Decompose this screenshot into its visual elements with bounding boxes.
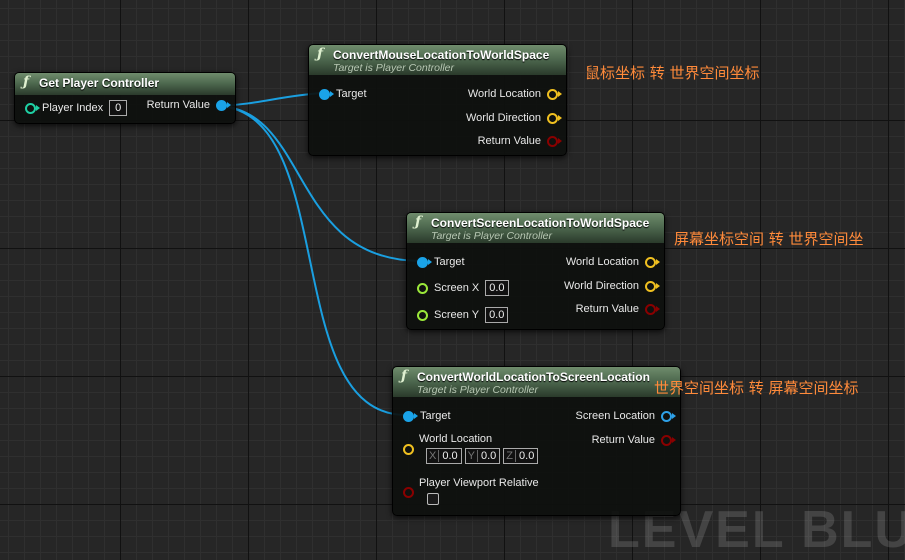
pin-row-world-location: World Location — [462, 88, 558, 100]
pin-label: Return Value — [146, 99, 210, 111]
vector-y-field[interactable]: Y 0.0 — [464, 448, 501, 464]
value-x: 0.0 — [442, 450, 458, 462]
annotation-mouse-to-world: 鼠标坐标 转 世界空间坐标 — [585, 64, 760, 82]
node-title: ConvertMouseLocationToWorldSpace — [333, 48, 550, 62]
pin-label: Target — [336, 88, 367, 100]
node-subtitle: Target is Player Controller — [431, 230, 552, 242]
annotation-world-to-screen: 世界空间坐标 转 屏幕空间坐标 — [654, 379, 859, 397]
output-pin-icon[interactable] — [661, 410, 672, 422]
pin-label: World Location — [467, 88, 541, 100]
pin-label: Return Value — [477, 135, 541, 147]
pin-row-return-value: Return Value — [586, 434, 672, 446]
axis-label-y: Y — [466, 450, 478, 462]
input-pin-icon[interactable] — [403, 410, 414, 422]
pin-row-target: Target — [319, 88, 373, 100]
pin-label: Return Value — [591, 434, 655, 446]
output-pin-icon[interactable] — [547, 135, 558, 147]
world-location-vector-input: X 0.0 Y 0.0 Z 0.0 — [426, 448, 541, 464]
function-icon: ƒ — [401, 368, 408, 384]
pin-row-world-location: World Location — [560, 256, 656, 268]
annotation-screen-to-world: 屏幕坐标空间 转 世界空间坐 — [674, 230, 864, 248]
input-pin-icon[interactable] — [319, 88, 330, 100]
node-subtitle: Target is Player Controller — [417, 384, 538, 396]
pin-label: Screen Y — [434, 309, 480, 321]
node-title: ConvertScreenLocationToWorldSpace — [431, 216, 650, 230]
node-convert-world-location[interactable]: ƒ ConvertWorldLocationToScreenLocation T… — [392, 366, 681, 516]
input-pin-icon[interactable] — [417, 256, 428, 268]
axis-label-x: X — [427, 450, 440, 462]
pin-label: Player Index — [42, 102, 104, 114]
output-pin-icon[interactable] — [661, 434, 672, 446]
pin-row-return-value: Return Value — [141, 99, 227, 111]
node-title: ConvertWorldLocationToScreenLocation — [417, 370, 650, 384]
node-get-player-controller[interactable]: ƒ Get Player Controller Player Index 0 R… — [14, 72, 236, 124]
input-pin-icon[interactable] — [403, 487, 414, 498]
pin-label: Screen X — [434, 282, 480, 294]
output-pin-icon[interactable] — [547, 88, 558, 100]
output-pin-icon[interactable] — [645, 256, 656, 268]
function-icon: ƒ — [23, 74, 30, 90]
pin-label: Screen Location — [575, 410, 656, 422]
output-pin-icon[interactable] — [645, 303, 656, 315]
pin-label: World Direction — [564, 280, 639, 292]
world-location-label: World Location — [419, 433, 493, 445]
input-pin-icon[interactable] — [417, 282, 428, 294]
pin-label: World Location — [565, 256, 639, 268]
input-pin-icon[interactable] — [403, 444, 414, 455]
pin-row-player-index: Player Index 0 — [25, 100, 128, 116]
node-header: ƒ ConvertMouseLocationToWorldSpace Targe… — [309, 45, 566, 75]
node-header: ƒ ConvertWorldLocationToScreenLocation T… — [393, 367, 680, 397]
vector-z-field[interactable]: Z 0.0 — [503, 448, 539, 464]
screen-x-input[interactable]: 0.0 — [485, 280, 509, 296]
value-z: 0.0 — [519, 450, 535, 462]
node-convert-screen-location[interactable]: ƒ ConvertScreenLocationToWorldSpace Targ… — [406, 212, 665, 330]
node-header: ƒ Get Player Controller — [15, 73, 235, 95]
function-icon: ƒ — [415, 214, 422, 230]
pin-row-viewport-relative-input — [403, 487, 414, 498]
player-viewport-relative-label: Player Viewport Relative — [419, 477, 539, 489]
output-pin-icon[interactable] — [216, 99, 227, 111]
pin-row-world-location-input — [403, 444, 414, 455]
player-index-input[interactable]: 0 — [109, 100, 128, 116]
pin-row-screen-x: Screen X 0.0 — [417, 280, 509, 296]
input-pin-icon[interactable] — [417, 309, 428, 321]
node-header: ƒ ConvertScreenLocationToWorldSpace Targ… — [407, 213, 664, 243]
pin-row-return-value: Return Value — [570, 303, 656, 315]
pin-label: World Direction — [466, 112, 541, 124]
node-subtitle: Target is Player Controller — [333, 62, 454, 74]
output-pin-icon[interactable] — [547, 112, 558, 124]
pin-row-target: Target — [417, 256, 471, 268]
input-pin-icon[interactable] — [25, 102, 36, 114]
pin-label: Target — [434, 256, 465, 268]
pin-label: Target — [420, 410, 451, 422]
node-title: Get Player Controller — [39, 76, 160, 90]
pin-row-world-direction: World Direction — [460, 112, 558, 124]
output-pin-icon[interactable] — [645, 280, 656, 292]
pin-row-world-direction: World Direction — [558, 280, 656, 292]
player-viewport-relative-checkbox[interactable] — [427, 493, 439, 505]
axis-label-z: Z — [504, 450, 517, 462]
pin-row-return-value: Return Value — [472, 135, 558, 147]
screen-y-input[interactable]: 0.0 — [485, 307, 509, 323]
pin-label: Return Value — [575, 303, 639, 315]
vector-x-field[interactable]: X 0.0 — [426, 448, 462, 464]
pin-row-screen-y: Screen Y 0.0 — [417, 307, 509, 323]
pin-row-screen-location: Screen Location — [570, 410, 672, 422]
node-convert-mouse-location[interactable]: ƒ ConvertMouseLocationToWorldSpace Targe… — [308, 44, 567, 156]
pin-row-target: Target — [403, 410, 457, 422]
function-icon: ƒ — [317, 46, 324, 62]
value-y: 0.0 — [480, 450, 497, 462]
